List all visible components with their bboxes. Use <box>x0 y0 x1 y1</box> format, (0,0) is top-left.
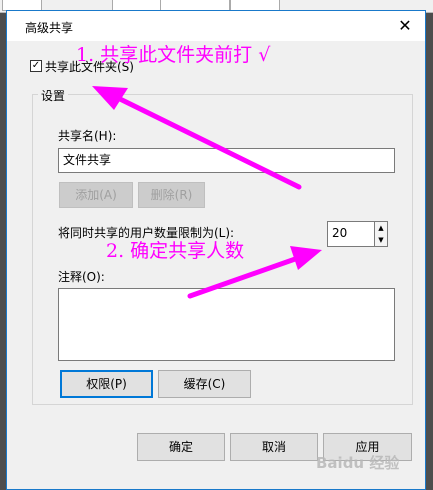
comments-label: 注释(O): <box>58 270 105 284</box>
user-limit-spinner[interactable]: ▲ ▼ <box>374 221 388 247</box>
baidu-watermark: Baidu 经验 <box>316 454 400 472</box>
user-limit-input[interactable]: 20 <box>327 221 375 247</box>
spin-down-icon[interactable]: ▼ <box>375 234 387 246</box>
dialog-title: 高级共享 <box>25 21 74 35</box>
caching-button[interactable]: 缓存(C) <box>158 370 251 398</box>
permissions-button[interactable]: 权限(P) <box>60 370 153 398</box>
comments-textarea[interactable] <box>58 288 395 361</box>
spin-up-icon[interactable]: ▲ <box>375 222 387 234</box>
close-button[interactable]: ✕ <box>385 11 425 41</box>
ok-button[interactable]: 确定 <box>137 433 225 461</box>
annotation-note-2: 2. 确定共享人数 <box>106 240 245 262</box>
annotation-note-1: 1. 共享此文件夹前打 √ <box>76 44 271 66</box>
share-name-label: 共享名(H): <box>58 129 117 143</box>
share-folder-checkbox[interactable]: ✓ <box>30 60 42 72</box>
share-name-input[interactable]: 文件共享 <box>58 148 395 173</box>
settings-group-label: 设置 <box>38 87 69 104</box>
title-bar: 高级共享 ✕ <box>7 11 425 41</box>
delete-button[interactable]: 删除(R) <box>138 182 205 208</box>
add-button[interactable]: 添加(A) <box>59 182 133 208</box>
cancel-button[interactable]: 取消 <box>230 433 318 461</box>
